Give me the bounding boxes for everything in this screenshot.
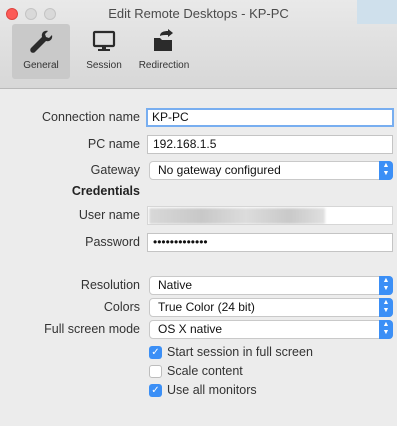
- scale-content-checkbox[interactable]: [149, 365, 162, 378]
- general-settings-panel: Connection name KP-PC PC name 192.168.1.…: [0, 89, 397, 426]
- chevron-up-down-icon: ▲ ▼: [379, 320, 393, 339]
- password-label: Password: [85, 235, 140, 249]
- redacted-user-name: [149, 208, 325, 224]
- start-fullscreen-checkbox[interactable]: ✓: [149, 346, 162, 359]
- user-name-label: User name: [78, 208, 140, 222]
- monitor-icon: [92, 30, 116, 51]
- wrench-icon: [30, 30, 53, 53]
- tab-general[interactable]: General: [12, 24, 70, 79]
- tab-redirection[interactable]: Redirection: [134, 24, 194, 79]
- pc-name-field[interactable]: 192.168.1.5: [147, 135, 393, 154]
- window-title: Edit Remote Desktops - KP-PC: [108, 6, 289, 21]
- full-screen-mode-select-value: OS X native: [158, 322, 223, 336]
- chevron-up-down-icon: ▲ ▼: [379, 298, 393, 317]
- connection-name-field[interactable]: KP-PC: [146, 108, 394, 127]
- tab-session[interactable]: Session: [80, 24, 128, 79]
- credentials-heading: Credentials: [71, 184, 140, 198]
- colors-select[interactable]: True Color (24 bit) ▲ ▼: [149, 298, 393, 317]
- tab-redirection-label: Redirection: [138, 60, 190, 71]
- resolution-select-value: Native: [158, 278, 193, 292]
- tab-general-label: General: [23, 60, 59, 71]
- chevron-up-down-icon: ▲ ▼: [379, 161, 393, 180]
- chevron-up-down-icon: ▲ ▼: [379, 276, 393, 295]
- connection-name-label: Connection name: [42, 110, 140, 124]
- gateway-label: Gateway: [90, 163, 140, 177]
- use-all-monitors-checkbox[interactable]: ✓: [149, 384, 162, 397]
- gateway-select-value: No gateway configured: [158, 163, 281, 177]
- folder-redirect-icon: [154, 29, 173, 51]
- full-screen-mode-label: Full screen mode: [44, 322, 140, 336]
- user-name-field[interactable]: [147, 206, 393, 225]
- gateway-select[interactable]: No gateway configured ▲ ▼: [149, 161, 393, 180]
- edit-remote-desktop-window: Edit Remote Desktops - KP-PC General Ses…: [0, 0, 397, 426]
- use-all-monitors-label[interactable]: Use all monitors: [167, 383, 257, 397]
- full-screen-mode-select[interactable]: OS X native ▲ ▼: [149, 320, 393, 339]
- tab-session-label: Session: [86, 60, 122, 71]
- start-fullscreen-label[interactable]: Start session in full screen: [167, 345, 313, 359]
- colors-select-value: True Color (24 bit): [158, 300, 255, 314]
- password-field[interactable]: •••••••••••••: [147, 233, 393, 252]
- resolution-label: Resolution: [80, 278, 140, 292]
- resolution-select[interactable]: Native ▲ ▼: [149, 276, 393, 295]
- colors-label: Colors: [103, 300, 140, 314]
- scale-content-label[interactable]: Scale content: [167, 364, 243, 378]
- toolbar: Edit Remote Desktops - KP-PC General Ses…: [0, 0, 397, 89]
- pc-name-label: PC name: [87, 137, 140, 151]
